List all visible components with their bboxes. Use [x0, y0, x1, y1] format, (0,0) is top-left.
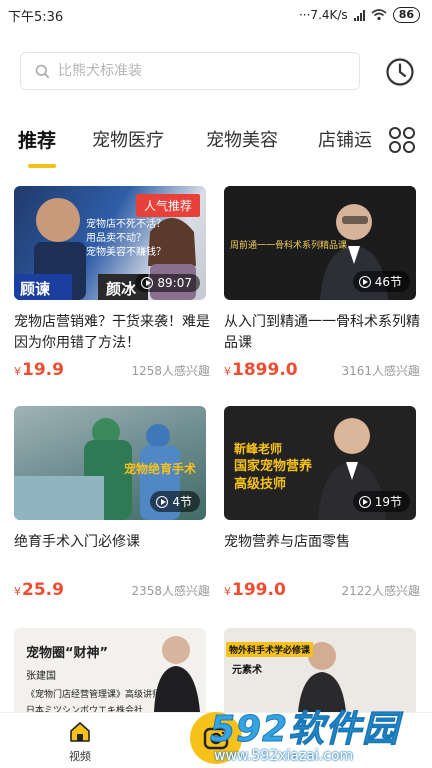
watermark-brand: 592软件园	[210, 709, 400, 751]
thumbnail-line: 《宠物门店经营管理课》高级讲师	[26, 690, 162, 700]
thumbnail-line: 物外科手术学必修课	[226, 642, 314, 657]
thumbnail-line: 靳峰老师	[234, 442, 283, 456]
course-price: ¥1899.0	[224, 360, 298, 380]
course-meta: ¥1899.0 3161人感兴趣	[224, 360, 420, 380]
thumbnail-headline: 周前通一一骨科术系列精品课	[230, 241, 348, 251]
course-card[interactable]: 靳峰老师 国家宠物营养 高级技师 19节 宠物营养与店面零售 ¥199.0 21…	[224, 406, 420, 600]
home-icon	[70, 722, 90, 742]
search-row	[0, 50, 432, 94]
thumbnail-headline: 宠物圈“财神” 张建国 《宠物门店经营管理课》高级讲师 日本ミツシンボウエキ株会…	[26, 642, 161, 712]
interest-count: 2358人感兴趣	[131, 584, 210, 598]
thumbnail-line: 用品卖不动？	[86, 233, 146, 244]
course-thumbnail[interactable]: 宠物圈“财神” 张建国 《宠物门店经营管理课》高级讲师 日本ミツシンボウエキ株会…	[14, 628, 206, 712]
thumbnail-line: 宠物美容不赚钱？	[86, 247, 166, 258]
thumbnail-line: 高级技师	[234, 477, 287, 492]
active-tab-indicator	[28, 164, 56, 168]
thumbnail-headline: 靳峰老师 国家宠物营养 高级技师	[234, 440, 312, 494]
tab-pet-medical[interactable]: 宠物医疗	[92, 126, 164, 152]
network-speed: ···7.4K/s	[298, 8, 348, 22]
status-bar: 下午5:36 ···7.4K/s 86	[0, 0, 432, 30]
play-icon	[358, 275, 371, 288]
category-tabs: 推荐 宠物医疗 宠物美容 店铺运	[0, 120, 432, 172]
battery-indicator: 86	[392, 7, 420, 23]
search-box[interactable]	[20, 52, 360, 90]
course-meta: ¥25.9 2358人感兴趣	[14, 580, 210, 600]
course-price: ¥25.9	[14, 580, 64, 600]
course-card[interactable]: 宠物绝育手术 4节 绝育手术入门必修课 ¥25.9 2358人感兴趣	[14, 406, 210, 600]
search-input[interactable]	[58, 63, 318, 79]
lesson-count-badge: 4节	[150, 491, 200, 512]
course-card[interactable]: 周前通一一骨科术系列精品课 46节 从入门到精通一一骨科术系列精品课 ¥1899…	[224, 186, 420, 380]
nav-video[interactable]: 视频	[50, 721, 110, 764]
course-title[interactable]: 宠物营养与店面零售	[224, 532, 420, 574]
tab-recommend[interactable]: 推荐	[18, 126, 56, 153]
course-thumbnail[interactable]: 宠物店不死不活？ 用品卖不动？ 宠物美容不赚钱？ 顾谏 颜冰 人气推荐 89:0…	[14, 186, 206, 300]
course-price: ¥199.0	[224, 580, 286, 600]
thumbnail-line: 宠物店不死不活？	[86, 219, 166, 230]
course-meta: ¥19.9 1258人感兴趣	[14, 360, 210, 380]
play-icon	[156, 495, 169, 508]
course-thumbnail[interactable]: 宠物绝育手术 4节	[14, 406, 206, 520]
category-grid-icon[interactable]	[388, 126, 416, 154]
wifi-icon	[371, 9, 387, 21]
thumbnail-line: 国家宠物营养	[234, 459, 313, 474]
site-watermark: 592软件园 www.592xiazai.com	[210, 700, 432, 768]
thumbnail-headline: 物外科手术学必修课 元素术	[226, 642, 314, 676]
popular-tag: 人气推荐	[135, 194, 200, 217]
interest-count: 2122人感兴趣	[341, 584, 420, 598]
thumbnail-line: 张建国	[26, 671, 56, 682]
price-value: 199.0	[232, 580, 286, 600]
course-title[interactable]: 宠物店营销难？干货来袭！难是因为你用错了方法！	[14, 312, 210, 354]
currency-symbol: ¥	[224, 365, 231, 378]
thumbnail-headline: 宠物店不死不活？ 用品卖不动？ 宠物美容不赚钱？	[86, 218, 166, 260]
duration-badge: 89:07	[135, 274, 200, 292]
badge-text: 4节	[172, 495, 192, 509]
badge-text: 19节	[374, 495, 402, 509]
nav-video-label: 视频	[69, 750, 91, 763]
tab-pet-grooming[interactable]: 宠物美容	[206, 126, 278, 152]
currency-symbol: ¥	[14, 365, 21, 378]
course-title[interactable]: 绝育手术入门必修课	[14, 532, 210, 574]
search-icon	[35, 64, 50, 78]
lesson-count-badge: 46节	[352, 271, 410, 292]
tab-store-operation[interactable]: 店铺运	[318, 126, 372, 152]
status-indicators: ···7.4K/s 86	[299, 7, 420, 23]
interest-count: 3161人感兴趣	[341, 364, 420, 378]
course-meta: ¥199.0 2122人感兴趣	[224, 580, 420, 600]
signal-icon	[353, 9, 365, 21]
thumbnail-headline: 宠物绝育手术	[124, 462, 197, 476]
thumbnail-line: 宠物圈“财神”	[26, 646, 109, 661]
play-icon	[141, 277, 154, 289]
badge-text: 46节	[374, 275, 402, 289]
course-title[interactable]: 从入门到精通一一骨科术系列精品课	[224, 312, 420, 354]
badge-text: 89:07	[157, 276, 192, 290]
thumbnail-speaker-name: 颜冰	[106, 280, 137, 298]
status-time: 下午5:36	[8, 9, 64, 25]
play-icon	[358, 495, 371, 508]
interest-count: 1258人感兴趣	[131, 364, 210, 378]
currency-symbol: ¥	[14, 585, 21, 598]
lesson-count-badge: 19节	[352, 491, 410, 512]
thumbnail-speaker-name: 顾谏	[20, 280, 51, 298]
thumbnail-line: 元素术	[232, 665, 262, 676]
price-value: 19.9	[22, 360, 64, 380]
course-card[interactable]: 宠物圈“财神” 张建国 《宠物门店经营管理课》高级讲师 日本ミツシンボウエキ株会…	[14, 628, 210, 712]
course-price: ¥19.9	[14, 360, 64, 380]
currency-symbol: ¥	[224, 585, 231, 598]
price-value: 1899.0	[232, 360, 298, 380]
course-thumbnail[interactable]: 周前通一一骨科术系列精品课 46节	[224, 186, 416, 300]
course-thumbnail[interactable]: 靳峰老师 国家宠物营养 高级技师 19节	[224, 406, 416, 520]
course-card[interactable]: 宠物店不死不活？ 用品卖不动？ 宠物美容不赚钱？ 顾谏 颜冰 人气推荐 89:0…	[14, 186, 210, 380]
price-value: 25.9	[22, 580, 64, 600]
thumbnail-line: 日本ミツシンボウエキ株会社	[26, 706, 144, 712]
history-clock-icon[interactable]	[384, 56, 416, 88]
